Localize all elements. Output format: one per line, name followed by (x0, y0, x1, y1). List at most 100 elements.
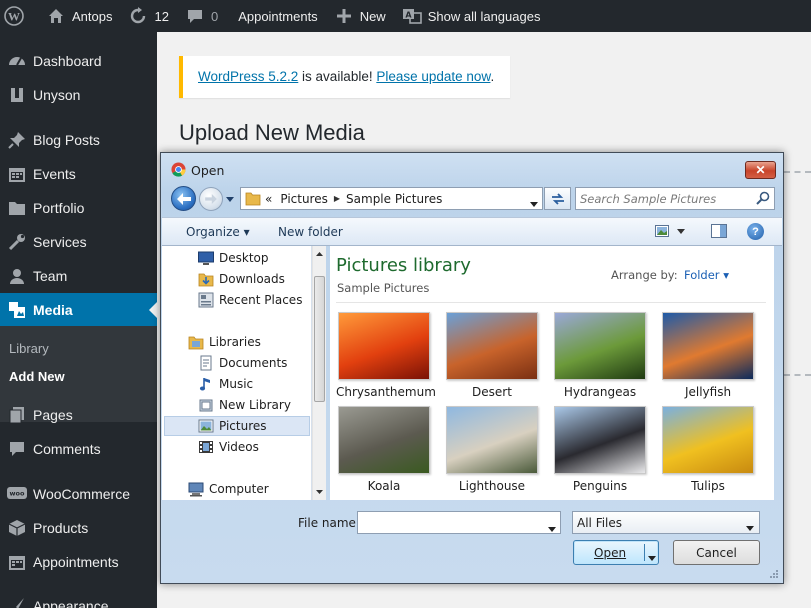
languages-link[interactable]: A Show all languages (394, 0, 549, 32)
unyson-icon (7, 85, 27, 105)
breadcrumb-separator-icon[interactable]: ▶ (334, 194, 340, 203)
file-item-lighthouse[interactable]: Lighthouse (444, 406, 540, 493)
arrange-by-dropdown[interactable]: Folder ▾ (684, 268, 729, 282)
cancel-button[interactable]: Cancel (673, 540, 760, 565)
site-name-link[interactable]: Antops (38, 0, 120, 32)
scroll-up-icon[interactable] (316, 252, 323, 256)
file-name: Penguins (572, 479, 628, 493)
dashboard-icon (7, 51, 27, 71)
nav-item-label: Recent Places (219, 293, 303, 307)
address-bar[interactable]: « Pictures ▶ Sample Pictures (240, 187, 543, 210)
change-view-button[interactable] (655, 225, 685, 237)
svg-text:W: W (8, 10, 20, 24)
updates-link[interactable]: 12 (120, 0, 176, 32)
submenu-add-new[interactable]: Add New (9, 369, 65, 384)
new-folder-button[interactable]: New folder (278, 225, 343, 239)
organize-button[interactable]: Organize ▾ (186, 225, 250, 239)
scrollbar-thumb[interactable] (314, 276, 325, 402)
sidebar-item-comments[interactable]: Comments (0, 432, 157, 466)
breadcrumb-sample-pictures[interactable]: Sample Pictures (346, 192, 442, 206)
comment-icon (7, 439, 27, 459)
file-thumbnail (554, 312, 646, 380)
file-item-koala[interactable]: Koala (336, 406, 432, 493)
downloads-icon (198, 271, 214, 287)
nav-item-desktop[interactable]: Desktop (198, 248, 269, 268)
close-button[interactable]: ✕ (745, 161, 776, 179)
admin-bar: W Antops 12 0 Appointments New A Show al… (0, 0, 811, 32)
nav-item-music[interactable]: Music (198, 374, 253, 394)
file-name-combobox[interactable] (357, 511, 561, 534)
desktop-icon (198, 250, 214, 266)
navigation-scrollbar[interactable] (312, 246, 326, 500)
update-now-link[interactable]: Please update now (376, 69, 490, 84)
sidebar-item-unyson[interactable]: Unyson (0, 78, 157, 112)
sidebar-item-portfolio[interactable]: Portfolio (0, 191, 157, 225)
nav-item-pictures[interactable]: Pictures (164, 416, 310, 436)
library-divider (336, 302, 766, 303)
sidebar-item-pages[interactable]: Pages (0, 398, 157, 432)
sidebar-item-events[interactable]: Events (0, 157, 157, 191)
file-item-tulips[interactable]: Tulips (660, 406, 756, 493)
updates-count: 12 (154, 8, 169, 24)
preview-pane-icon (711, 224, 727, 238)
wordpress-version-link[interactable]: WordPress 5.2.2 (198, 69, 298, 84)
search-icon[interactable] (756, 191, 770, 208)
sidebar-item-appearance[interactable]: Appearance (0, 589, 157, 608)
nav-item-label: Downloads (219, 272, 285, 286)
search-input[interactable] (580, 190, 750, 207)
chevron-down-icon[interactable] (530, 196, 538, 210)
comments-link[interactable]: 0 (177, 0, 226, 32)
nav-item-downloads[interactable]: Downloads (198, 269, 285, 289)
nav-item-videos[interactable]: Videos (198, 437, 259, 457)
sidebar-item-services[interactable]: Services (0, 225, 157, 259)
back-button[interactable] (171, 186, 196, 211)
open-button[interactable]: Open (573, 540, 659, 565)
file-item-chrysanthemum[interactable]: Chrysanthemum (336, 312, 436, 399)
sidebar-item-label: Appointments (33, 554, 119, 570)
nav-item-new-library[interactable]: New Library (198, 395, 291, 415)
library-subtitle: Sample Pictures (337, 281, 430, 295)
file-item-jellyfish[interactable]: Jellyfish (660, 312, 756, 399)
view-thumbnails-icon (655, 225, 669, 237)
sidebar-item-blog-posts[interactable]: Blog Posts (0, 123, 157, 157)
recent-locations-button[interactable] (225, 193, 235, 205)
recent-places-icon (198, 292, 214, 308)
file-thumbnail (554, 406, 646, 474)
address-prefix[interactable]: « (265, 192, 272, 206)
resize-grip-icon[interactable] (767, 569, 779, 581)
sidebar-item-products[interactable]: Products (0, 511, 157, 545)
nav-item-libraries[interactable]: Libraries (188, 332, 261, 352)
svg-text:woo: woo (10, 490, 25, 498)
preview-pane-button[interactable] (711, 224, 727, 241)
sidebar-item-media[interactable]: Media (0, 293, 157, 327)
appointments-link[interactable]: Appointments (226, 0, 326, 32)
nav-item-documents[interactable]: Documents (198, 353, 287, 373)
sidebar-item-dashboard[interactable]: Dashboard (0, 44, 157, 78)
dialog-titlebar[interactable]: Open ✕ (161, 153, 783, 185)
sidebar-item-appointments[interactable]: Appointments (0, 545, 157, 579)
nav-item-recent-places[interactable]: Recent Places (198, 290, 302, 310)
translate-icon: A (402, 6, 422, 26)
file-item-hydrangeas[interactable]: Hydrangeas (552, 312, 648, 399)
file-name-input[interactable] (361, 514, 541, 531)
file-item-desert[interactable]: Desert (444, 312, 540, 399)
chevron-down-icon[interactable] (648, 550, 656, 564)
sidebar-item-team[interactable]: Team (0, 259, 157, 293)
nav-item-computer[interactable]: Computer (188, 479, 269, 499)
forward-button[interactable] (199, 187, 223, 211)
search-box[interactable] (575, 187, 775, 210)
new-content-link[interactable]: New (326, 0, 394, 32)
refresh-button[interactable] (544, 187, 571, 210)
file-type-select[interactable]: All Files (572, 511, 760, 534)
file-item-penguins[interactable]: Penguins (552, 406, 648, 493)
submenu-library[interactable]: Library (9, 341, 49, 356)
sidebar-item-label: Services (33, 234, 87, 250)
wordpress-logo[interactable]: W (0, 0, 38, 32)
open-file-dialog: Open ✕ « Pictures ▶ Sample Pictures Sear… (160, 152, 784, 584)
sidebar-item-label: Dashboard (33, 53, 102, 69)
scroll-down-icon[interactable] (316, 490, 323, 494)
breadcrumb-pictures[interactable]: Pictures (280, 192, 328, 206)
chevron-down-icon[interactable] (548, 520, 556, 535)
help-button[interactable]: ? (747, 223, 764, 240)
sidebar-item-woocommerce[interactable]: woo WooCommerce (0, 477, 157, 511)
